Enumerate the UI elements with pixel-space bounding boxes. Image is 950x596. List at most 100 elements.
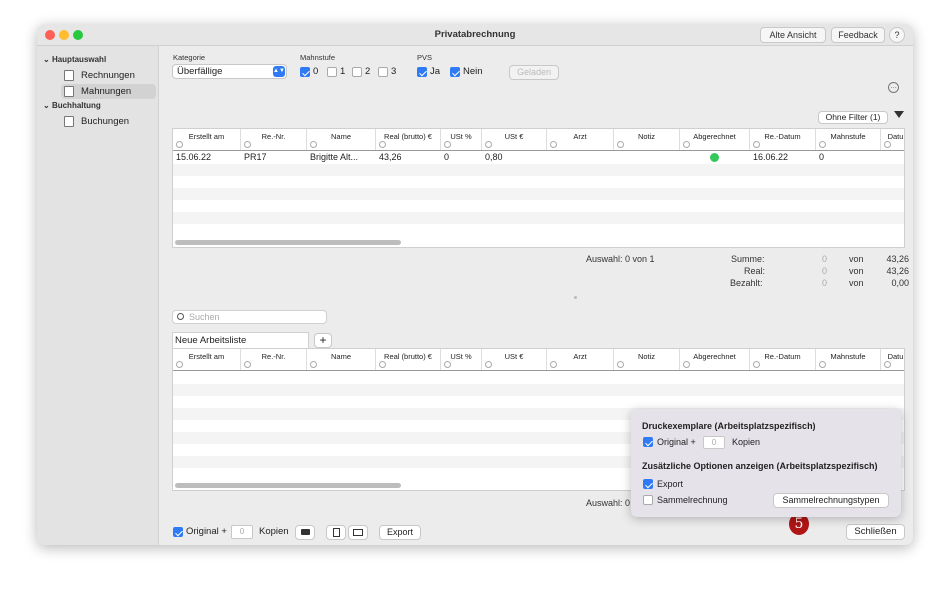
column-filter-radio[interactable] [444,141,451,148]
schliessen-button[interactable]: Schließen [846,524,905,540]
sidebar-section-buchhaltung[interactable]: ⌄ Buchhaltung [43,101,101,110]
mahnstufe-2-checkbox[interactable] [352,67,362,77]
column-filter-radio[interactable] [819,361,826,368]
add-worklist-button[interactable]: + [314,333,332,348]
column-header[interactable]: Re.-Datum [750,129,816,150]
options-popover: Druckexemplare (Arbeitsplatzspezifisch) … [631,409,901,517]
popover-export-checkbox[interactable] [643,479,653,489]
column-filter-radio[interactable] [310,361,317,368]
column-filter-radio[interactable] [176,141,183,148]
column-header[interactable]: Abgerechnet [680,129,750,150]
mahnstufe-1-checkbox[interactable] [327,67,337,77]
mahnstufe-0-checkbox[interactable] [300,67,310,77]
print-button[interactable] [295,525,315,540]
column-header[interactable]: Re.-Datum [750,349,816,370]
column-filter-radio[interactable] [884,361,891,368]
ohne-filter-button[interactable]: Ohne Filter (1) [818,111,888,124]
pvs-ja-checkbox[interactable] [417,67,427,77]
column-filter-radio[interactable] [884,141,891,148]
column-filter-radio[interactable] [753,141,760,148]
column-header[interactable]: Re.-Nr. [241,129,307,150]
sidebar-section-hauptauswahl[interactable]: ⌄ Hauptauswahl [43,55,106,64]
column-filter-radio[interactable] [379,361,386,368]
column-filter-radio[interactable] [550,361,557,368]
sammelrechnungstypen-button[interactable]: Sammelrechnungstypen [773,493,889,508]
column-filter-radio[interactable] [753,361,760,368]
popover-copies-input[interactable]: 0 [703,436,725,449]
column-header[interactable]: Mahnstufe [816,129,881,150]
alte-ansicht-button[interactable]: Alte Ansicht [760,27,826,43]
column-filter-radio[interactable] [617,361,624,368]
geladen-button[interactable]: Geladen [509,65,559,80]
column-header-label: Erstellt am [188,352,225,361]
column-header[interactable]: Real (brutto) € [376,349,441,370]
column-filter-radio[interactable] [176,361,183,368]
popover-original-checkbox[interactable] [643,437,653,447]
column-header[interactable]: Erstellt am [173,349,241,370]
column-header[interactable]: Notiz [614,129,680,150]
sidebar-item-rechnungen[interactable]: Rechnungen [61,68,156,83]
column-header[interactable]: Erstellt am [173,129,241,150]
column-filter-radio[interactable] [485,141,492,148]
column-filter-radio[interactable] [617,141,624,148]
column-filter-radio[interactable] [310,141,317,148]
search-input[interactable]: Suchen [172,310,327,324]
column-header[interactable]: Name [307,129,376,150]
column-header[interactable]: Notiz [614,349,680,370]
column-filter-radio[interactable] [485,361,492,368]
ellipsis-circle-icon[interactable]: … [888,82,899,93]
split-handle[interactable] [574,296,577,299]
table-cell-name: Brigitte Alt... [310,152,359,162]
sidebar-section-label: Hauptauswahl [51,55,107,64]
column-filter-radio[interactable] [379,141,386,148]
column-filter-radio[interactable] [819,141,826,148]
table-row[interactable]: 15.06.22 PR17 Brigitte Alt... 43,26 0 0,80 16.… [173,152,904,164]
table-cell-ust_eur: 0,80 [485,152,503,162]
column-filter-radio[interactable] [683,361,690,368]
feedback-button[interactable]: Feedback [831,27,885,43]
column-header[interactable]: USt % [441,349,482,370]
export-button[interactable]: Export [379,525,421,540]
column-header[interactable]: USt % [441,129,482,150]
mail-button[interactable] [348,525,368,540]
column-filter-radio[interactable] [444,361,451,368]
column-header[interactable]: Re.-Nr. [241,349,307,370]
reminder-icon [64,86,74,97]
magnifier-icon [177,313,184,320]
kategorie-value: Überfällige [177,66,223,77]
column-filter-radio[interactable] [244,141,251,148]
funnel-icon[interactable] [894,111,904,118]
pvs-nein-checkbox[interactable] [450,67,460,77]
worklist-tab[interactable]: Neue Arbeitsliste [172,332,309,348]
copies-input[interactable]: 0 [231,525,253,539]
popover-original-label: Original + [657,437,696,447]
column-header[interactable]: Mahnstufe [816,349,881,370]
horizontal-scrollbar[interactable] [175,240,401,245]
column-header[interactable]: Abgerechnet [680,349,750,370]
kategorie-select[interactable]: Überfällige ▲▼ [172,64,287,79]
column-header[interactable]: Real (brutto) € [376,129,441,150]
column-header[interactable]: Arzt [547,349,614,370]
column-header[interactable]: USt € [482,129,547,150]
sidebar-item-mahnungen[interactable]: Mahnungen [61,84,156,99]
mahnstufe-3-checkbox[interactable] [378,67,388,77]
column-header[interactable]: Arzt [547,129,614,150]
summe-selected: 0 [822,254,828,264]
column-filter-radio[interactable] [244,361,251,368]
mahnstufe-2-label: 2 [365,66,371,77]
sidebar-item-buchungen[interactable]: Buchungen [61,114,156,129]
column-header[interactable]: Name [307,349,376,370]
pvs-label: PVS [417,53,433,62]
column-header-label: Name [330,352,351,361]
popover-sammel-checkbox[interactable] [643,495,653,505]
column-header[interactable]: USt € [482,349,547,370]
column-header[interactable]: Datu [881,129,904,150]
column-filter-radio[interactable] [550,141,557,148]
original-checkbox[interactable] [173,527,183,537]
horizontal-scrollbar[interactable] [175,483,401,488]
help-button[interactable]: ? [889,27,905,43]
column-header[interactable]: Datu [881,349,904,370]
column-filter-radio[interactable] [683,141,690,148]
pdf-button[interactable] [326,525,346,540]
table-cell-mahnstufe: 0 [819,152,825,162]
